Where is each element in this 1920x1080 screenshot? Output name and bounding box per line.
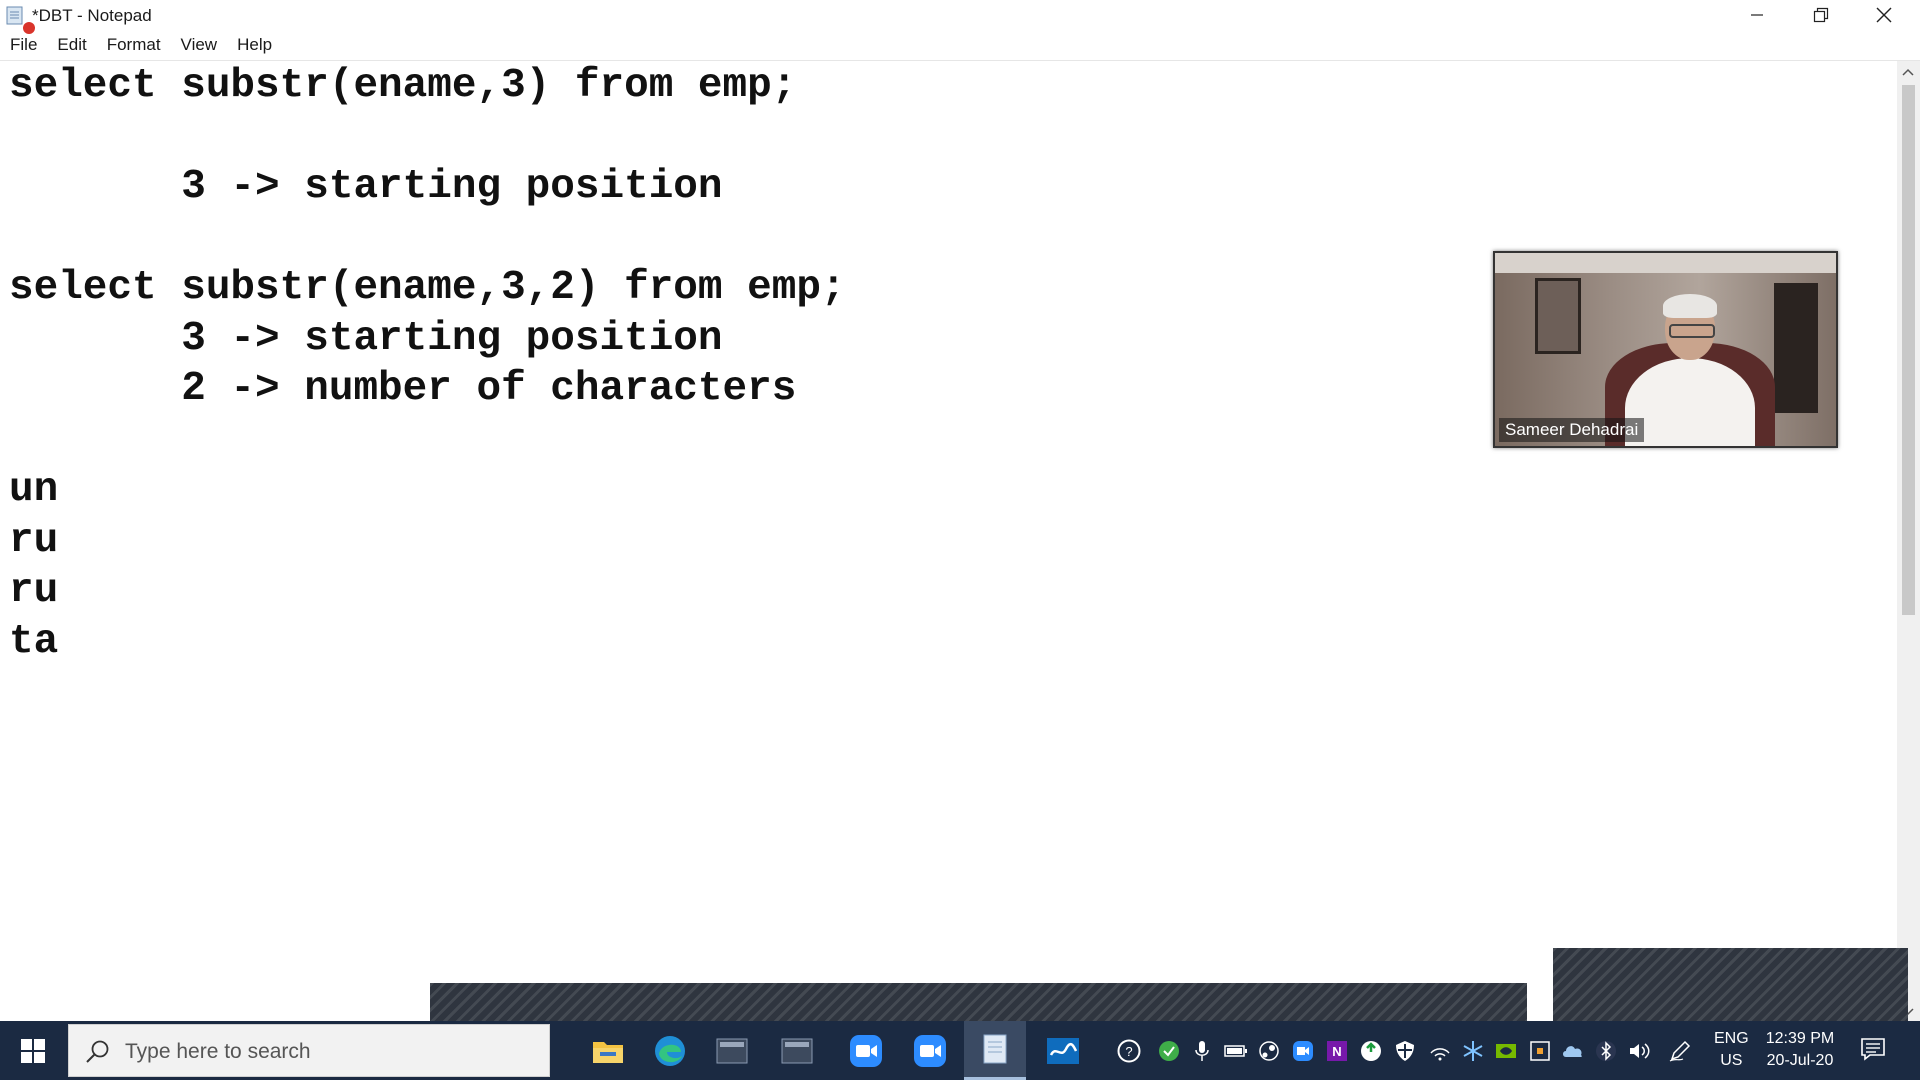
zoom-tray-icon[interactable] [1291, 1039, 1315, 1063]
menu-format[interactable]: Format [97, 31, 171, 61]
minimize-icon [1751, 14, 1763, 16]
taskbar-edge[interactable] [639, 1021, 701, 1080]
scrollbar-thumb[interactable] [1902, 85, 1915, 615]
wall-picture-frame [1535, 278, 1581, 354]
hatched-overlay-block [1553, 948, 1908, 1021]
start-button[interactable] [0, 1021, 66, 1080]
taskbar-file-explorer[interactable] [577, 1021, 639, 1080]
taskbar-notepad[interactable] [964, 1021, 1026, 1080]
onenote-icon[interactable]: N [1325, 1039, 1349, 1063]
notifications-button[interactable] [1860, 1037, 1886, 1066]
sql-app-icon [716, 1038, 748, 1063]
close-icon [1876, 7, 1892, 23]
notepad-icon [983, 1034, 1007, 1064]
svg-text:?: ? [1125, 1044, 1132, 1059]
menu-bar: File Edit Format View Help [0, 31, 282, 61]
clock-time: 12:39 PM [1765, 1030, 1835, 1047]
language-code: ENG [1714, 1030, 1749, 1047]
video-thumbnail[interactable]: Sameer Dehadrai [1493, 251, 1838, 448]
notepad-icon[interactable] [6, 5, 24, 25]
zoom-icon [850, 1034, 882, 1067]
security-check-icon[interactable] [1157, 1039, 1181, 1063]
help-icon[interactable]: ? [1117, 1039, 1141, 1063]
search-placeholder: Type here to search [125, 1040, 311, 1063]
wifi-icon[interactable] [1428, 1039, 1452, 1063]
microphone-icon[interactable] [1190, 1039, 1214, 1063]
participant-body [1625, 358, 1755, 446]
restore-button[interactable] [1790, 0, 1852, 30]
video-shelf [1774, 283, 1818, 413]
menu-view[interactable]: View [171, 31, 228, 61]
hatched-overlay-bar [430, 983, 1527, 1021]
video-ceiling [1495, 253, 1836, 273]
scroll-up-icon[interactable] [1901, 67, 1915, 77]
pen-icon[interactable] [1668, 1039, 1692, 1063]
menu-file[interactable]: File [0, 31, 47, 61]
taskbar: Type here to search ? N ENG US 12:39 PM … [0, 1021, 1920, 1080]
edge-icon [655, 1035, 685, 1066]
windows-start-icon [21, 1038, 45, 1063]
vertical-scrollbar[interactable] [1897, 61, 1920, 1021]
cloud-icon[interactable] [1561, 1039, 1585, 1063]
shield-icon[interactable] [1393, 1039, 1417, 1063]
menu-edit[interactable]: Edit [47, 31, 96, 61]
steam-icon[interactable] [1257, 1039, 1281, 1063]
zoom-meeting-icon [914, 1034, 946, 1067]
participant-hair [1663, 294, 1717, 318]
app-tray-icon[interactable] [1528, 1039, 1552, 1063]
taskbar-zoom-meeting[interactable] [899, 1021, 961, 1080]
snowflake-icon[interactable] [1461, 1039, 1485, 1063]
menu-help[interactable]: Help [227, 31, 282, 61]
taskbar-sql-app-2[interactable] [766, 1021, 828, 1080]
taskbar-sql-app-1[interactable] [701, 1021, 763, 1080]
volume-icon[interactable] [1628, 1039, 1652, 1063]
participant-figure [1625, 294, 1755, 446]
text-editor[interactable]: select substr(ename,3) from emp; 3 -> st… [0, 61, 1897, 1021]
file-explorer-icon [593, 1041, 623, 1063]
clock-date: 20-Jul-20 [1766, 1052, 1834, 1069]
editor-text[interactable]: select substr(ename,3) from emp; 3 -> st… [9, 61, 846, 667]
search-icon [86, 1040, 109, 1063]
language-indicator[interactable]: ENG US [1714, 1028, 1749, 1072]
taskbar-whiteboard[interactable] [1032, 1021, 1094, 1080]
taskbar-search-box[interactable]: Type here to search [68, 1024, 550, 1077]
close-button[interactable] [1853, 0, 1915, 30]
battery-icon[interactable] [1224, 1039, 1248, 1063]
taskbar-zoom[interactable] [835, 1021, 897, 1080]
svg-text:N: N [1332, 1044, 1341, 1059]
participant-name: Sameer Dehadrai [1499, 418, 1645, 442]
language-region: US [1720, 1052, 1743, 1069]
system-clock[interactable]: 12:39 PM 20-Jul-20 [1762, 1028, 1838, 1072]
notifications-icon [1861, 1038, 1885, 1061]
sql-app-icon [781, 1038, 813, 1063]
window-title: *DBT - Notepad [32, 6, 152, 25]
participant-glasses [1669, 324, 1715, 338]
bluetooth-icon[interactable] [1594, 1039, 1618, 1063]
title-bar: *DBT - Notepad [0, 0, 1920, 34]
update-icon[interactable] [1359, 1039, 1383, 1063]
restore-icon [1813, 7, 1829, 23]
nvidia-icon[interactable] [1494, 1039, 1518, 1063]
whiteboard-icon [1047, 1037, 1079, 1064]
minimize-button[interactable] [1726, 0, 1788, 30]
